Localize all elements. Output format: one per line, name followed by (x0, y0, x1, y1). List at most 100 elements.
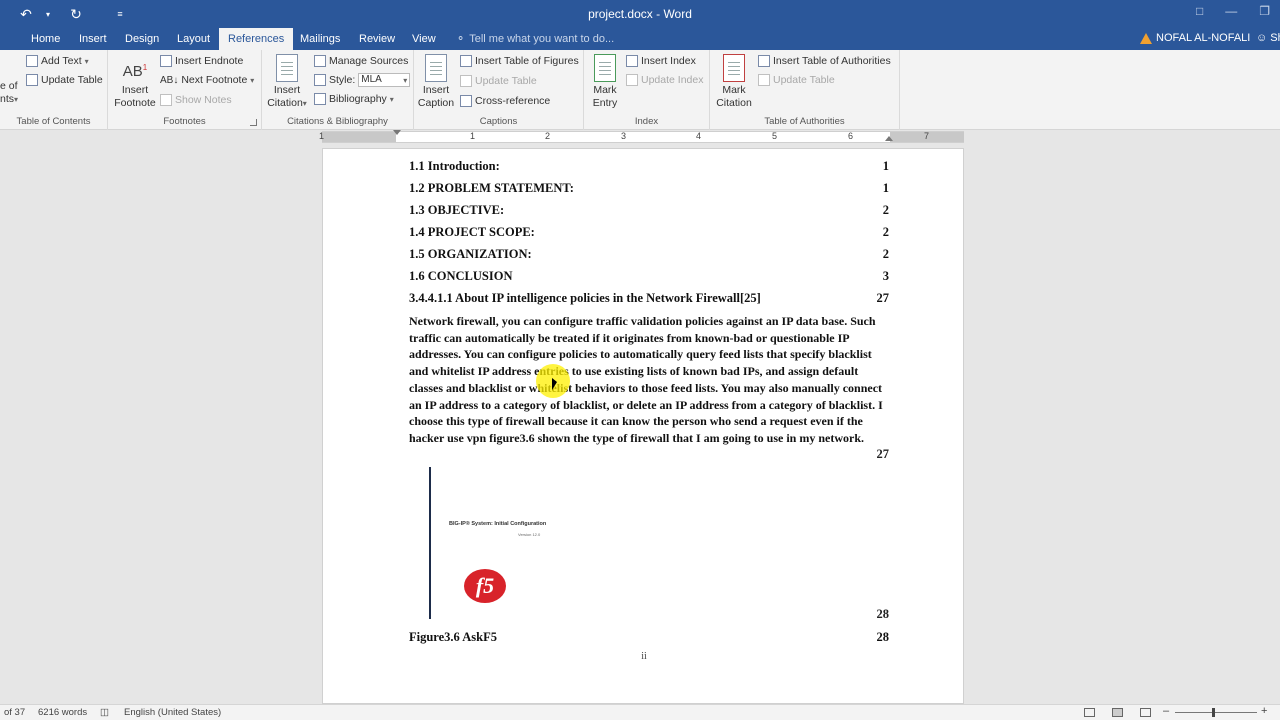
toc-entry-page: 1 (882, 181, 889, 195)
cross-reference-button[interactable]: Cross-reference (460, 95, 550, 107)
group-footnotes: AB1 Insert Footnote Insert Endnote AB↓ N… (108, 50, 262, 130)
title-bar: ↶ ▾ ↻ ≡ project.docx - Word □ — ❐ (0, 0, 1280, 28)
tab-references[interactable]: References (219, 28, 294, 50)
right-indent-marker-icon[interactable] (885, 136, 893, 141)
update-table-authorities-button[interactable]: Update Table (758, 74, 835, 86)
restore-icon[interactable]: ❐ (1259, 4, 1270, 18)
web-layout-icon[interactable] (1140, 708, 1151, 717)
insert-endnote-button[interactable]: Insert Endnote (160, 55, 243, 67)
ruler-number: 5 (772, 131, 778, 141)
insert-citation-button[interactable]: Insert Citation▾ (262, 54, 312, 110)
manage-sources-button[interactable]: Manage Sources (314, 55, 408, 67)
add-text-label: Add Text (41, 55, 82, 67)
insert-table-of-figures-button[interactable]: Insert Table of Figures (460, 55, 579, 67)
group-label-authorities: Table of Authorities (764, 116, 845, 127)
footnotes-launcher-icon[interactable] (250, 119, 257, 126)
show-notes-button[interactable]: Show Notes (160, 94, 232, 106)
print-layout-icon[interactable] (1112, 708, 1123, 717)
ruler-left-margin (322, 132, 396, 142)
group-captions: Insert Caption Insert Table of Figures U… (414, 50, 584, 130)
toc-entry[interactable]: 3.4.4.1.1 About IP intelligence policies… (409, 291, 889, 306)
group-label-index: Index (634, 116, 659, 127)
tab-layout[interactable]: Layout (168, 28, 219, 50)
toc-entry-text: 1.5 ORGANIZATION: (409, 247, 532, 261)
window-title: project.docx - Word (588, 7, 692, 21)
word-count[interactable]: 6216 words (38, 707, 87, 718)
add-text-button[interactable]: Add Text ▾ (26, 55, 89, 67)
tab-review[interactable]: Review (350, 28, 404, 50)
mark-citation-button[interactable]: Mark Citation (714, 54, 754, 110)
update-table-figures-button[interactable]: Update Table (460, 75, 537, 87)
insert-index-button[interactable]: Insert Index (626, 55, 696, 67)
share-button[interactable]: ☺ Sh (1256, 32, 1280, 44)
mark-entry-button[interactable]: Mark Entry (588, 54, 622, 110)
page-count[interactable]: of 37 (4, 707, 25, 718)
mark-entry-label-2: Entry (592, 97, 618, 109)
insert-citation-label-2: Citation▾ (267, 97, 307, 109)
language-indicator[interactable]: English (United States) (124, 707, 221, 718)
toc-entry-figure-caption[interactable]: Figure3.6 AskF5 28 (409, 630, 889, 645)
update-table-figures-label: Update Table (475, 75, 537, 87)
cross-reference-label: Cross-reference (475, 95, 551, 107)
toc-entry[interactable]: 1.4 PROJECT SCOPE: 2 (409, 225, 889, 240)
minimize-icon[interactable]: — (1225, 4, 1237, 18)
figure-border (429, 467, 431, 619)
tab-mailings[interactable]: Mailings (291, 28, 349, 50)
next-footnote-label: Next Footnote (181, 74, 248, 86)
account-area[interactable]: NOFAL AL-NOFALI (1140, 32, 1250, 44)
endnote-icon (160, 55, 172, 67)
document-page[interactable]: 1.1 Introduction: 1 1.2 PROBLEM STATEMEN… (322, 148, 964, 704)
share-label: Sh (1270, 32, 1280, 44)
toc-entry[interactable]: 1.3 OBJECTIVE: 2 (409, 203, 889, 218)
read-mode-icon[interactable] (1084, 708, 1095, 717)
update-table-toc-button[interactable]: Update Table (26, 74, 103, 86)
ribbon-display-icon[interactable]: □ (1196, 4, 1203, 18)
toc-entry-page: 2 (882, 247, 889, 261)
next-footnote-button[interactable]: AB↓ Next Footnote ▾ (160, 74, 254, 86)
tab-design[interactable]: Design (116, 28, 168, 50)
zoom-slider[interactable] (1175, 712, 1257, 713)
proofing-icon[interactable]: ◫ (100, 707, 109, 718)
mark-citation-label-2: Citation (716, 97, 752, 109)
toc-entry-page: 3 (882, 269, 889, 283)
update-index-button[interactable]: Update Index (626, 74, 703, 86)
style-icon (314, 74, 326, 86)
toc-entry[interactable]: 1.6 CONCLUSION 3 (409, 269, 889, 284)
toc-entry[interactable]: 1.1 Introduction: 1 (409, 159, 889, 174)
table-of-contents-button[interactable]: e of nts▾ (0, 80, 20, 106)
update-index-label: Update Index (641, 74, 704, 86)
add-text-icon (26, 55, 38, 67)
user-name: NOFAL AL-NOFALI (1156, 32, 1251, 44)
insert-table-of-authorities-button[interactable]: Insert Table of Authorities (758, 55, 891, 67)
style-label: Style: (329, 74, 356, 86)
style-dropdown[interactable]: MLA ▾ (358, 73, 411, 87)
toc-entry-text: 3.4.4.1.1 About IP intelligence policies… (409, 291, 761, 305)
toc-entry[interactable]: 1.5 ORGANIZATION: 2 (409, 247, 889, 262)
f5-logo-icon: f5 (464, 569, 506, 603)
toc-paragraph-entry[interactable]: Network firewall, you can configure traf… (409, 313, 889, 447)
insert-citation-label-1: Insert (273, 84, 301, 96)
zoom-in-icon[interactable]: + (1261, 705, 1267, 717)
toc-entry[interactable]: 1.2 PROBLEM STATEMENT: 1 (409, 181, 889, 196)
page-footer-number: ii (641, 651, 647, 662)
toc-entry-page: 1 (882, 159, 889, 173)
manage-sources-icon (314, 55, 326, 67)
group-citations: Insert Citation▾ Manage Sources Style: M… (262, 50, 414, 130)
zoom-slider-thumb[interactable] (1212, 708, 1215, 717)
style-selector[interactable]: Style: MLA ▾ (314, 73, 411, 87)
window-controls: □ — ❐ (1196, 4, 1270, 18)
indent-marker-icon[interactable] (393, 130, 401, 135)
group-table-of-authorities: Mark Citation Insert Table of Authoritie… (710, 50, 900, 130)
tab-insert[interactable]: Insert (70, 28, 116, 50)
horizontal-ruler[interactable]: 1 1 2 3 4 5 6 7 (319, 130, 964, 143)
toc-entry-text: 1.3 OBJECTIVE: (409, 203, 505, 217)
zoom-out-icon[interactable]: – (1163, 705, 1169, 717)
bibliography-button[interactable]: Bibliography ▾ (314, 93, 394, 105)
insert-caption-button[interactable]: Insert Caption (416, 54, 456, 110)
insert-footnote-button[interactable]: AB1 Insert Footnote (112, 54, 158, 110)
group-label-captions: Captions (479, 116, 518, 127)
tab-home[interactable]: Home (22, 28, 69, 50)
mouse-cursor-icon (552, 378, 557, 390)
tell-me-box[interactable]: ⚬ Tell me what you want to do... (456, 32, 614, 46)
tab-view[interactable]: View (403, 28, 445, 50)
